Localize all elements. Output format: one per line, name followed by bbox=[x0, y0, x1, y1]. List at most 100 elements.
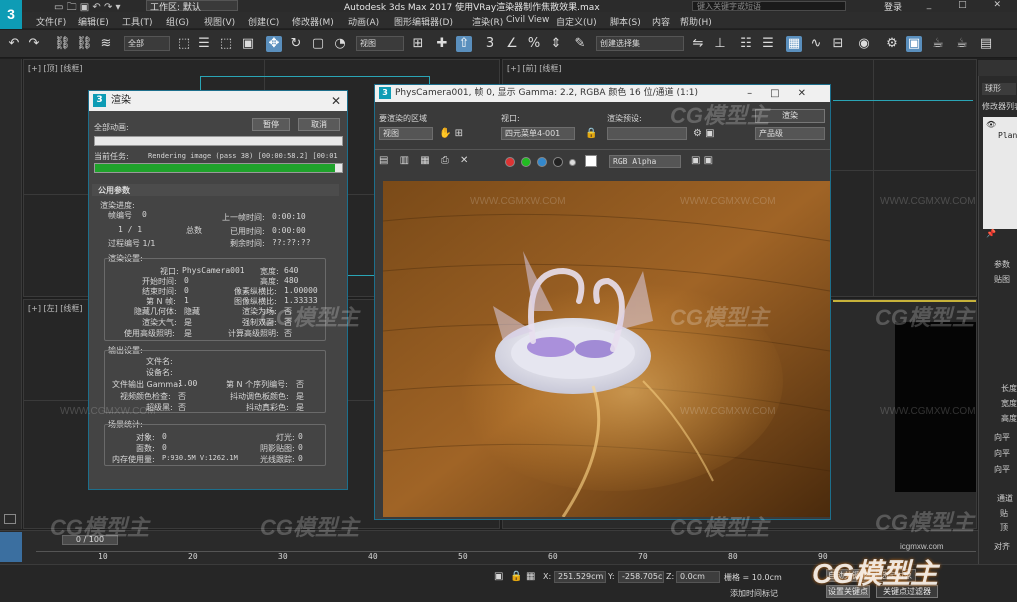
command-panel-tabs[interactable] bbox=[978, 60, 1017, 76]
menu-file[interactable]: 文件(F) bbox=[36, 15, 66, 28]
render-setup-icon[interactable]: ⚙ bbox=[884, 36, 900, 52]
channel-dropdown[interactable]: RGB Alpha bbox=[609, 155, 681, 168]
named-selection-dropdown[interactable]: 创建选择集 bbox=[596, 36, 684, 51]
tick-label: 40 bbox=[368, 552, 378, 561]
viewport-left-label[interactable]: [+] [左] [线框] bbox=[28, 303, 83, 314]
menu-civil-view[interactable]: Civil View bbox=[506, 15, 549, 25]
unlink-icon[interactable]: ⛓ bbox=[76, 36, 93, 52]
mono-icon[interactable] bbox=[569, 159, 576, 166]
close-icon[interactable]: ✕ bbox=[331, 91, 341, 111]
material-editor-icon[interactable]: ◉ bbox=[856, 36, 872, 52]
rs-end-value: 0 bbox=[184, 286, 189, 295]
menu-content[interactable]: 内容 bbox=[652, 15, 670, 28]
fb-toolbar-icons[interactable]: ▤ ▥ ▦ ⎙ ✕ bbox=[379, 155, 472, 166]
add-time-tag[interactable]: 添加时间标记 bbox=[730, 588, 778, 599]
window-controls[interactable]: _ □ ✕ bbox=[927, 0, 1013, 10]
menu-graph-editors[interactable]: 图形编辑器(D) bbox=[394, 15, 453, 28]
menu-create[interactable]: 创建(C) bbox=[248, 15, 279, 28]
select-by-name-icon[interactable]: ☰ bbox=[196, 36, 212, 52]
z-coord-field[interactable]: 0.0cm bbox=[676, 571, 720, 583]
keyboard-shortcut-icon[interactable]: ⇧ bbox=[456, 36, 472, 52]
channel-radio-2[interactable]: 顶 bbox=[1000, 522, 1008, 533]
menu-animation[interactable]: 动画(A) bbox=[348, 15, 379, 28]
viewport-front-label[interactable]: [+] [前] [线框] bbox=[507, 63, 562, 74]
graphite-toolbar-icon[interactable]: ▦ bbox=[786, 36, 802, 52]
viewport-top-label[interactable]: [+] [顶] [线框] bbox=[28, 63, 83, 74]
edit-named-sel-icon[interactable]: ✎ bbox=[572, 36, 588, 52]
menu-tools[interactable]: 工具(T) bbox=[122, 15, 153, 28]
angle-snap-icon[interactable]: ∠ bbox=[504, 36, 520, 52]
pin-stack-icon[interactable]: 📌 bbox=[986, 229, 996, 238]
layer-explorer-icon[interactable]: ☷ bbox=[738, 36, 754, 52]
place-icon[interactable]: ◔ bbox=[332, 36, 348, 52]
render-dialog-titlebar[interactable]: 3 渲染 ✕ bbox=[89, 91, 347, 111]
blue-channel-icon[interactable] bbox=[537, 157, 547, 167]
mirror-icon[interactable]: ⇋ bbox=[690, 36, 706, 52]
render-production-icon[interactable]: ☕ bbox=[930, 36, 946, 52]
move-icon[interactable]: ✥ bbox=[266, 36, 282, 52]
params-rollout[interactable]: 参数 bbox=[994, 259, 1010, 270]
green-channel-icon[interactable] bbox=[521, 157, 531, 167]
schematic-view-icon[interactable]: ⊟ bbox=[830, 36, 846, 52]
spinner-snap-icon[interactable]: ⇕ bbox=[548, 36, 564, 52]
app-logo[interactable]: 3 bbox=[0, 0, 22, 29]
select-object-icon[interactable]: ⬚ bbox=[176, 36, 192, 52]
object-name-field[interactable]: 球形 bbox=[982, 83, 1016, 95]
dir-radio-3[interactable]: 向平 bbox=[994, 464, 1010, 475]
remaining-label: 剩余时间: bbox=[230, 239, 265, 248]
rendered-frame-window-icon[interactable]: ▣ bbox=[906, 36, 922, 52]
x-coord-field[interactable]: 251.529cm bbox=[554, 571, 606, 583]
undo-icon[interactable]: ↶ bbox=[6, 36, 22, 52]
scale-icon[interactable]: ▢ bbox=[310, 36, 326, 52]
selection-lock-icon[interactable]: 🔒 bbox=[510, 571, 522, 582]
redo-icon[interactable]: ↷ bbox=[26, 36, 42, 52]
ref-coord-dropdown[interactable]: 视图 bbox=[356, 36, 404, 51]
dir-radio-2[interactable]: 向平 bbox=[994, 448, 1010, 459]
region-icons[interactable]: ✋ ⊞ bbox=[439, 128, 463, 139]
menu-views[interactable]: 视图(V) bbox=[204, 15, 235, 28]
search-input[interactable]: 键入关键字或短语 bbox=[692, 1, 846, 11]
menu-edit[interactable]: 编辑(E) bbox=[78, 15, 109, 28]
window-crossing-icon[interactable]: ▣ bbox=[240, 36, 256, 52]
cancel-button[interactable]: 取消 bbox=[298, 118, 340, 131]
viewport-layout-icon[interactable] bbox=[4, 514, 16, 524]
lock-icon[interactable]: 🔒 bbox=[585, 128, 597, 139]
modifier-stack-item[interactable]: Plane bbox=[998, 131, 1017, 140]
render-activeshade-icon[interactable]: ▤ bbox=[978, 36, 994, 52]
percent-snap-icon[interactable]: % bbox=[526, 36, 542, 52]
pause-button[interactable]: 暂停 bbox=[252, 118, 290, 131]
link-icon[interactable]: ⛓ bbox=[54, 36, 71, 52]
menu-rendering[interactable]: 渲染(R) bbox=[472, 15, 503, 28]
channel-radio-1[interactable]: 贴 bbox=[1000, 508, 1008, 519]
render-area-dropdown[interactable]: 视图 bbox=[379, 127, 433, 140]
y-coord-field[interactable]: -258.705c bbox=[618, 571, 664, 583]
abs-mode-icon[interactable]: ▦ bbox=[526, 571, 535, 582]
layer-manager-icon[interactable]: ☰ bbox=[760, 36, 776, 52]
menu-scripting[interactable]: 脚本(S) bbox=[610, 15, 641, 28]
color-swatch[interactable] bbox=[585, 155, 597, 167]
select-manipulate-icon[interactable]: ✚ bbox=[434, 36, 450, 52]
maxscript-icon[interactable] bbox=[0, 532, 22, 562]
red-channel-icon[interactable] bbox=[505, 157, 515, 167]
rect-selection-icon[interactable]: ⬚ bbox=[218, 36, 234, 52]
rotate-icon[interactable]: ↻ bbox=[288, 36, 304, 52]
alpha-channel-icon[interactable] bbox=[553, 157, 563, 167]
viewport-dropdown[interactable]: 四元菜单4-001 bbox=[501, 127, 575, 140]
menu-modifiers[interactable]: 修改器(M) bbox=[292, 15, 334, 28]
bind-spacewarp-icon[interactable]: ≋ bbox=[98, 36, 114, 52]
snap-3d-icon[interactable]: 3 bbox=[482, 36, 498, 52]
dir-radio-1[interactable]: 向平 bbox=[994, 432, 1010, 443]
pivot-icon[interactable]: ⊞ bbox=[410, 36, 426, 52]
menu-group[interactable]: 组(G) bbox=[166, 15, 189, 28]
menu-help[interactable]: 帮助(H) bbox=[680, 15, 712, 28]
modifier-list-dropdown[interactable]: 修改器列表 bbox=[982, 101, 1017, 112]
isolate-icon[interactable]: ▣ bbox=[494, 571, 503, 582]
render-iterative-icon[interactable]: ☕ bbox=[954, 36, 970, 52]
total-label: 总数 bbox=[186, 226, 202, 235]
display-icons[interactable]: ▣ ▣ bbox=[691, 155, 713, 166]
align-icon[interactable]: ⊥ bbox=[712, 36, 728, 52]
selection-filter-dropdown[interactable]: 全部 bbox=[124, 36, 170, 51]
menu-customize[interactable]: 自定义(U) bbox=[556, 15, 597, 28]
curve-editor-icon[interactable]: ∿ bbox=[808, 36, 824, 52]
eye-icon[interactable]: 👁 bbox=[986, 120, 996, 129]
